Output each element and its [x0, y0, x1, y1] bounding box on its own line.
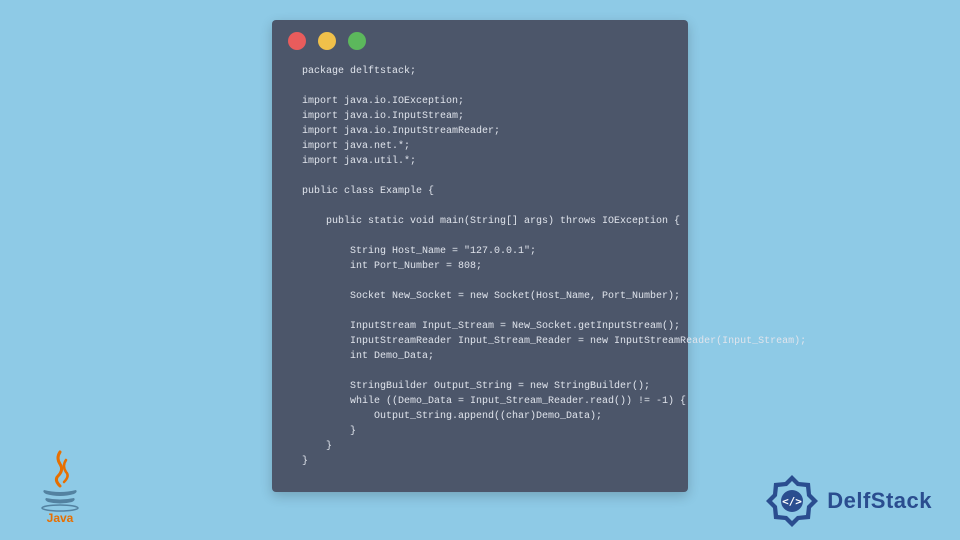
code-content: package delftstack; import java.io.IOExc…: [272, 56, 688, 489]
delftstack-emblem-icon: </>: [763, 472, 821, 530]
delftstack-label: DelfStack: [827, 488, 932, 514]
window-controls: [272, 20, 688, 56]
svg-text:</>: </>: [782, 495, 802, 508]
code-window: package delftstack; import java.io.IOExc…: [272, 20, 688, 492]
maximize-icon: [348, 32, 366, 50]
close-icon: [288, 32, 306, 50]
delftstack-logo: </> DelfStack: [763, 472, 932, 530]
minimize-icon: [318, 32, 336, 50]
svg-text:Java: Java: [47, 511, 74, 524]
java-logo: Java: [30, 444, 90, 524]
